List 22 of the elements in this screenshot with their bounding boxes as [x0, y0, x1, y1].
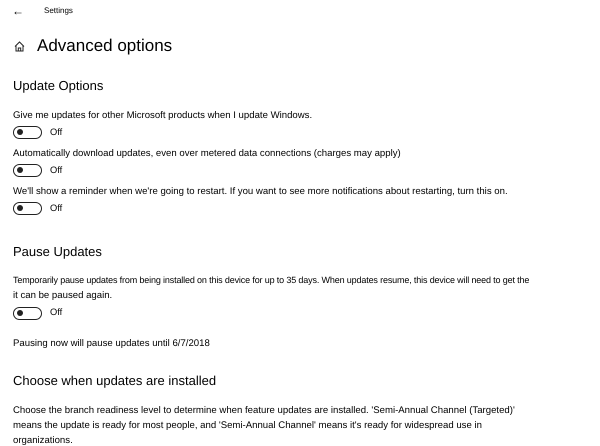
back-button[interactable]: ← [8, 5, 28, 17]
section-heading: Choose when updates are installed [13, 373, 218, 389]
toggle-state-label: Off [50, 306, 62, 320]
setting-description: Temporarily pause updates from being installed on this device for up to 35 days. When updates resume, this device will need to get the [13, 274, 530, 288]
toggle-switch[interactable] [13, 306, 42, 320]
toggle-state-label: Off [50, 202, 62, 215]
toggle-switch[interactable] [13, 126, 42, 140]
section-heading: Pause Updates [13, 244, 103, 260]
setting-description: Automatically download updates, even over metered data connections (charges may apply) [13, 146, 402, 161]
setting-description: We'll show a reminder when we're going to restart. If you want to see more notifications about restarting, turn this on. [13, 184, 509, 199]
page-title: Advanced options [37, 36, 172, 56]
toggle-switch[interactable] [13, 164, 42, 178]
setting-description: it can be paused again. [13, 289, 114, 304]
window-title: Settings [44, 5, 73, 17]
setting-description: Give me updates for other Microsoft products when I update Windows. [13, 108, 314, 123]
section-heading: Update Options [13, 78, 104, 94]
toggle-state-label: Off [50, 164, 62, 177]
home-icon[interactable] [14, 40, 25, 52]
info-text: Choose the branch readiness level to determine when feature updates are installed. 'Semi-Annual Channel (Targeted)' means the update is ready for most people, and 'Semi-Annual Channel' means it's ready for widespread use in organizations. [13, 404, 516, 446]
toggle-state-label: Off [50, 126, 62, 139]
toggle-switch[interactable] [13, 202, 42, 216]
info-text: Pausing now will pause updates until 6/7/2018 [13, 337, 211, 352]
